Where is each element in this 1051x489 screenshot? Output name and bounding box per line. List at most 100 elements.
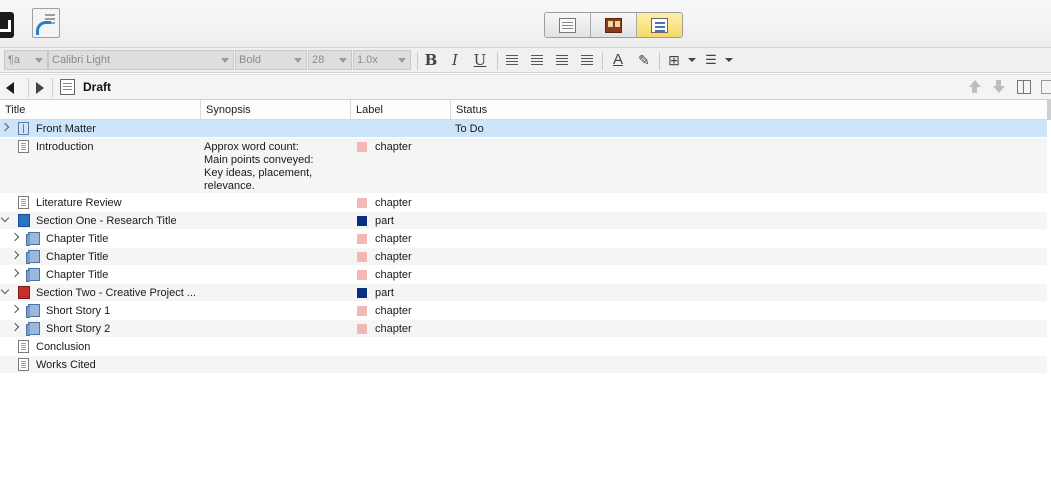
row-label[interactable]: chapter — [375, 248, 412, 264]
table-menu-caret-icon[interactable] — [688, 58, 696, 62]
forward-arrow-icon[interactable] — [36, 82, 44, 94]
row-label[interactable]: chapter — [375, 302, 412, 318]
row-title[interactable]: Chapter Title — [46, 230, 108, 246]
row-title[interactable]: Section One - Research Title — [36, 212, 177, 228]
bold-button[interactable]: B — [421, 51, 441, 69]
outliner-row[interactable]: Literature Review chapter — [0, 194, 1047, 212]
corkboard-view-button[interactable] — [591, 13, 637, 37]
folder-stack-icon — [26, 232, 40, 246]
label-color-swatch — [357, 234, 367, 244]
column-header-status[interactable]: Status — [451, 100, 1047, 120]
outliner-view-button[interactable] — [637, 13, 682, 37]
paragraph-style-value: ¶a — [8, 54, 21, 66]
row-label[interactable]: part — [375, 212, 394, 228]
row-status[interactable]: To Do — [455, 120, 484, 136]
font-size-select[interactable]: 28 — [308, 50, 352, 70]
font-weight-select[interactable]: Bold — [235, 50, 307, 70]
compile-icon[interactable] — [0, 12, 14, 38]
outliner-row[interactable]: Introduction Approx word count: Main poin… — [0, 138, 1047, 194]
row-label[interactable]: chapter — [375, 194, 412, 210]
label-color-swatch — [357, 306, 367, 316]
align-left-icon[interactable] — [506, 55, 518, 56]
italic-button[interactable]: I — [445, 51, 465, 69]
align-right-icon[interactable] — [581, 55, 593, 56]
main-toolbar — [0, 0, 1051, 48]
disclosure-closed-icon[interactable] — [10, 250, 20, 260]
row-label[interactable]: chapter — [375, 320, 412, 336]
outliner-row[interactable]: Chapter Title chapter — [0, 266, 1047, 284]
row-title[interactable]: Section Two - Creative Project ... — [36, 284, 196, 300]
label-color-swatch — [357, 324, 367, 334]
document-view-icon — [559, 18, 576, 33]
row-title[interactable]: Introduction — [36, 138, 93, 154]
disclosure-open-icon[interactable] — [0, 213, 10, 223]
divider — [417, 52, 418, 70]
outliner-row[interactable]: Section Two - Creative Project ... part — [0, 284, 1047, 302]
font-family-select[interactable]: Calibri Light — [48, 50, 234, 70]
disclosure-closed-icon[interactable] — [0, 122, 10, 132]
document-view-button[interactable] — [545, 13, 591, 37]
outliner-row[interactable]: Short Story 1 chapter — [0, 302, 1047, 320]
outliner-row[interactable]: Section One - Research Title part — [0, 212, 1047, 230]
previous-document-icon[interactable] — [968, 80, 982, 94]
outliner-row[interactable]: Front Matter To Do — [0, 120, 1047, 138]
line-spacing-select[interactable]: 1.0x — [353, 50, 411, 70]
row-title[interactable]: Front Matter — [36, 120, 96, 136]
row-synopsis[interactable]: Approx word count: Main points conveyed:… — [204, 138, 344, 193]
divider — [497, 52, 498, 70]
line-spacing-value: 1.0x — [357, 54, 378, 66]
share-icon[interactable] — [32, 8, 60, 38]
list-icon[interactable]: ☰ — [701, 51, 721, 69]
folder-stack-icon — [26, 304, 40, 318]
disclosure-closed-icon[interactable] — [10, 322, 20, 332]
disclosure-closed-icon[interactable] — [10, 232, 20, 242]
row-label[interactable]: part — [375, 284, 394, 300]
disclosure-open-icon[interactable] — [0, 285, 10, 295]
document-icon — [18, 140, 29, 153]
view-mode-switcher — [544, 12, 683, 38]
outliner-row[interactable]: Chapter Title chapter — [0, 230, 1047, 248]
disclosure-closed-icon[interactable] — [10, 304, 20, 314]
row-label[interactable]: chapter — [375, 230, 412, 246]
row-label[interactable]: chapter — [375, 138, 412, 154]
row-title[interactable]: Literature Review — [36, 194, 122, 210]
row-title[interactable]: Chapter Title — [46, 266, 108, 282]
row-title[interactable]: Conclusion — [36, 338, 90, 354]
divider — [28, 78, 29, 97]
editor-header-bar: Draft — [0, 74, 1051, 100]
column-header-label[interactable]: Label — [351, 100, 451, 120]
font-weight-value: Bold — [239, 54, 262, 66]
outliner-row[interactable]: Works Cited — [0, 356, 1047, 374]
red-folder-icon — [18, 286, 30, 299]
next-document-icon[interactable] — [992, 80, 1006, 94]
align-center-icon[interactable] — [531, 55, 543, 56]
scrollbar[interactable] — [1047, 100, 1051, 120]
paragraph-style-select[interactable]: ¶a — [4, 50, 48, 70]
folder-stack-icon — [26, 322, 40, 336]
align-justify-icon[interactable] — [556, 55, 568, 56]
divider — [52, 78, 53, 97]
split-editor-icon[interactable] — [1017, 80, 1031, 94]
outliner-row[interactable]: Conclusion — [0, 338, 1047, 356]
document-icon — [18, 196, 29, 209]
text-color-icon[interactable]: A — [608, 51, 628, 69]
row-title[interactable]: Short Story 1 — [46, 302, 110, 318]
outliner-row[interactable]: Short Story 2 chapter — [0, 320, 1047, 338]
column-header-synopsis[interactable]: Synopsis — [201, 100, 351, 120]
highlight-icon[interactable]: ✎ — [634, 51, 654, 69]
column-header-title[interactable]: Title — [0, 100, 201, 120]
label-color-swatch — [357, 216, 367, 226]
folder-stack-icon — [26, 250, 40, 264]
front-matter-icon — [18, 122, 29, 135]
back-arrow-icon[interactable] — [6, 82, 14, 94]
disclosure-closed-icon[interactable] — [10, 268, 20, 278]
table-icon[interactable]: ⊞ — [664, 51, 684, 69]
list-menu-caret-icon[interactable] — [725, 58, 733, 62]
row-title[interactable]: Chapter Title — [46, 248, 108, 264]
outliner-row[interactable]: Chapter Title chapter — [0, 248, 1047, 266]
close-split-icon[interactable] — [1041, 80, 1051, 94]
row-title[interactable]: Short Story 2 — [46, 320, 110, 336]
row-label[interactable]: chapter — [375, 266, 412, 282]
underline-button[interactable]: U — [470, 51, 490, 69]
row-title[interactable]: Works Cited — [36, 356, 96, 372]
